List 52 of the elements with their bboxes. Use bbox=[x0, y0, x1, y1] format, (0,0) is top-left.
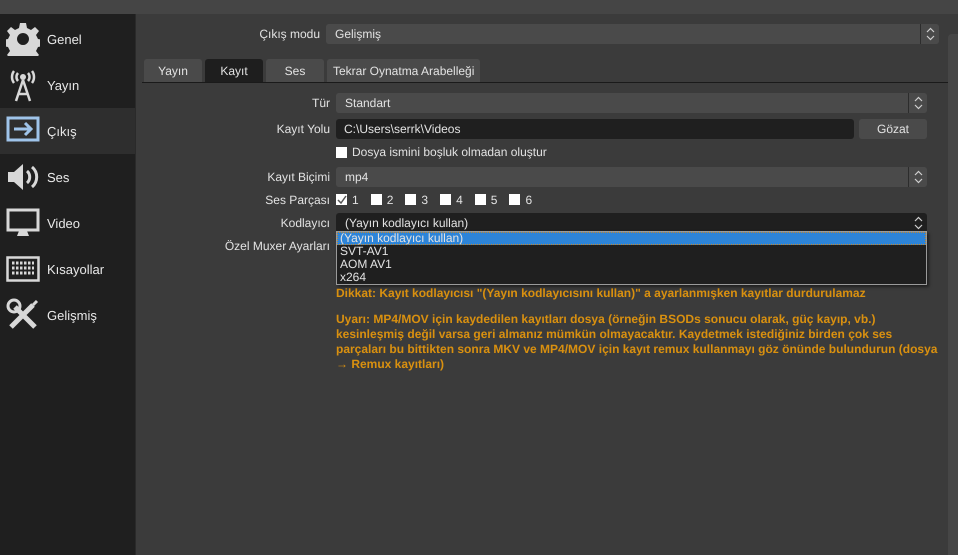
sidebar-item[interactable]: Çıkış bbox=[0, 108, 135, 154]
sidebar-item[interactable]: Kısayollar bbox=[0, 246, 135, 292]
spinner-arrows-icon bbox=[914, 96, 922, 110]
scrollbar[interactable] bbox=[948, 34, 958, 555]
checkbox-label: 3 bbox=[421, 192, 428, 206]
speaker-icon bbox=[6, 162, 40, 192]
warning-text: Uyarı: MP4/MOV için kaydedilen kayıtları dosya (örneğin BSODs sonucu olarak, güç kayıp, vb.) kesinleşmiş değil varsa geri almanız mümkün olmayacaktır. Kaydetmek istediğiniz birden çok ses parçaları bu bittikten sonra MKV ve MP4/MOV için kayıt remux kullanmayı göz önünde bulundurun (dosya → Remux kayıtları) bbox=[336, 312, 938, 372]
field-label: Kodlayıcı bbox=[280, 216, 330, 230]
checkbox-label: 2 bbox=[386, 192, 394, 206]
checkbox-label: 6 bbox=[525, 192, 532, 206]
checkbox-label: 1 bbox=[352, 192, 359, 206]
dropdown-option[interactable]: AOM AV1 bbox=[337, 258, 926, 270]
checkbox[interactable] bbox=[370, 194, 382, 205]
field-label: Kayıt Yolu bbox=[276, 122, 330, 136]
checkbox-label: Dosya ismini boşluk olmadan oluştur bbox=[352, 145, 547, 159]
checkbox[interactable] bbox=[405, 194, 416, 205]
sidebar-item[interactable]: Gelişmiş bbox=[0, 292, 135, 338]
keyboard-icon bbox=[6, 256, 40, 282]
spinner-arrows-icon bbox=[914, 170, 922, 184]
dropdown[interactable]: Standart bbox=[336, 93, 927, 113]
field-label: Çıkış modu bbox=[258, 27, 320, 41]
output-mode-dropdown[interactable]: Gelişmiş bbox=[326, 24, 939, 44]
field-label: Tür bbox=[311, 96, 330, 110]
tab[interactable]: Tekrar Oynatma Arabelleği bbox=[327, 59, 480, 82]
gear-icon bbox=[6, 22, 40, 56]
dropdown-option[interactable]: SVT-AV1 bbox=[337, 244, 926, 258]
checkbox[interactable] bbox=[474, 194, 486, 205]
field-label: Kayıt Biçimi bbox=[266, 170, 330, 184]
dropdown-option[interactable]: x264 bbox=[337, 270, 926, 284]
encoder-dropdown[interactable]: (Yayın kodlayıcı kullan) bbox=[336, 212, 927, 232]
path-field[interactable]: C:\Users\serrk\Videos bbox=[336, 119, 854, 139]
spinner-arrows-icon bbox=[926, 27, 934, 41]
monitor-icon bbox=[6, 208, 40, 238]
field-label: Ses Parçası bbox=[264, 192, 330, 206]
checkbox[interactable] bbox=[336, 146, 347, 158]
tab[interactable]: Ses bbox=[266, 59, 324, 82]
checkbox-label: 5 bbox=[490, 192, 498, 206]
spinner-arrows-icon bbox=[914, 216, 922, 230]
tab[interactable]: Yayın bbox=[144, 59, 202, 82]
tab[interactable]: Kayıt bbox=[205, 59, 263, 82]
browse-button[interactable]: Gözat bbox=[859, 119, 927, 139]
checkbox[interactable] bbox=[440, 194, 452, 205]
warning-text: Dikkat: Kayıt kodlayıcısı "(Yayın kodlayıcısını kullan)" a ayarlanmışken kayıtlar durdurulamaz bbox=[336, 286, 867, 300]
sidebar-item[interactable]: Yayın bbox=[0, 62, 135, 108]
checkbox-label: 4 bbox=[456, 192, 463, 206]
checkbox[interactable] bbox=[509, 194, 520, 205]
checkbox[interactable] bbox=[336, 194, 347, 205]
sidebar-item[interactable]: Ses bbox=[0, 154, 135, 200]
dropdown[interactable]: mp4 bbox=[336, 166, 927, 186]
sidebar-item[interactable]: Video bbox=[0, 200, 135, 246]
field-label: Özel Muxer Ayarları bbox=[224, 238, 330, 252]
sidebar-item[interactable]: Genel bbox=[0, 16, 135, 62]
